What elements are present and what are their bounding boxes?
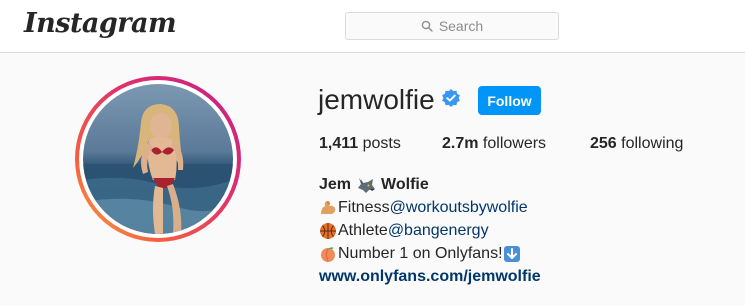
story-ring[interactable]	[75, 76, 241, 242]
verified-badge-icon	[442, 89, 460, 107]
bio-athlete-text: Athlete	[338, 222, 388, 239]
bio-name-first: Jem	[319, 176, 352, 193]
profile-avatar	[83, 84, 233, 234]
mention-link-workoutsbywolfie[interactable]: @workoutsbywolfie	[390, 199, 528, 217]
wolf-icon	[358, 178, 376, 193]
bio-full-name: Jem Wolfie	[319, 176, 429, 194]
bio-line-onlyfans: Number 1 on Onlyfans!	[319, 245, 522, 263]
following-count: 256	[590, 135, 617, 152]
search-box[interactable]: Search	[345, 12, 559, 40]
bio-onlyfans-text: Number 1 on Onlyfans!	[338, 245, 503, 262]
bio-fitness-text: Fitness	[338, 199, 390, 216]
bio-line-fitness: Fitness @workoutsbywolfie	[319, 199, 528, 217]
profile-username: jemwolfie	[318, 84, 435, 115]
bio-line-athlete: Athlete @bangenergy	[319, 222, 489, 240]
instagram-logo[interactable]: Instagram	[24, 8, 177, 39]
posts-count: 1,411	[319, 135, 359, 152]
posts-stat: 1,411 posts	[319, 135, 401, 153]
followers-label: followers	[482, 135, 547, 152]
bio-name-last: Wolfie	[381, 176, 429, 193]
down-arrow-icon	[503, 246, 520, 262]
followers-count: 2.7m	[442, 135, 479, 152]
bio-website-link[interactable]: www.onlyfans.com/jemwolfie	[319, 268, 541, 286]
follow-button[interactable]: Follow	[478, 86, 541, 115]
mention-link-bangenergy[interactable]: @bangenergy	[388, 222, 489, 240]
search-placeholder: Search	[438, 18, 484, 34]
following-stat[interactable]: 256 following	[590, 135, 683, 153]
peach-icon	[321, 247, 335, 262]
basketball-icon	[320, 223, 336, 239]
posts-label: posts	[362, 135, 401, 152]
following-label: following	[621, 135, 684, 152]
flexed-bicep-icon	[321, 201, 336, 214]
followers-stat[interactable]: 2.7m followers	[442, 135, 546, 153]
search-icon	[421, 20, 433, 32]
top-nav-bar: Instagram Search	[0, 0, 745, 53]
